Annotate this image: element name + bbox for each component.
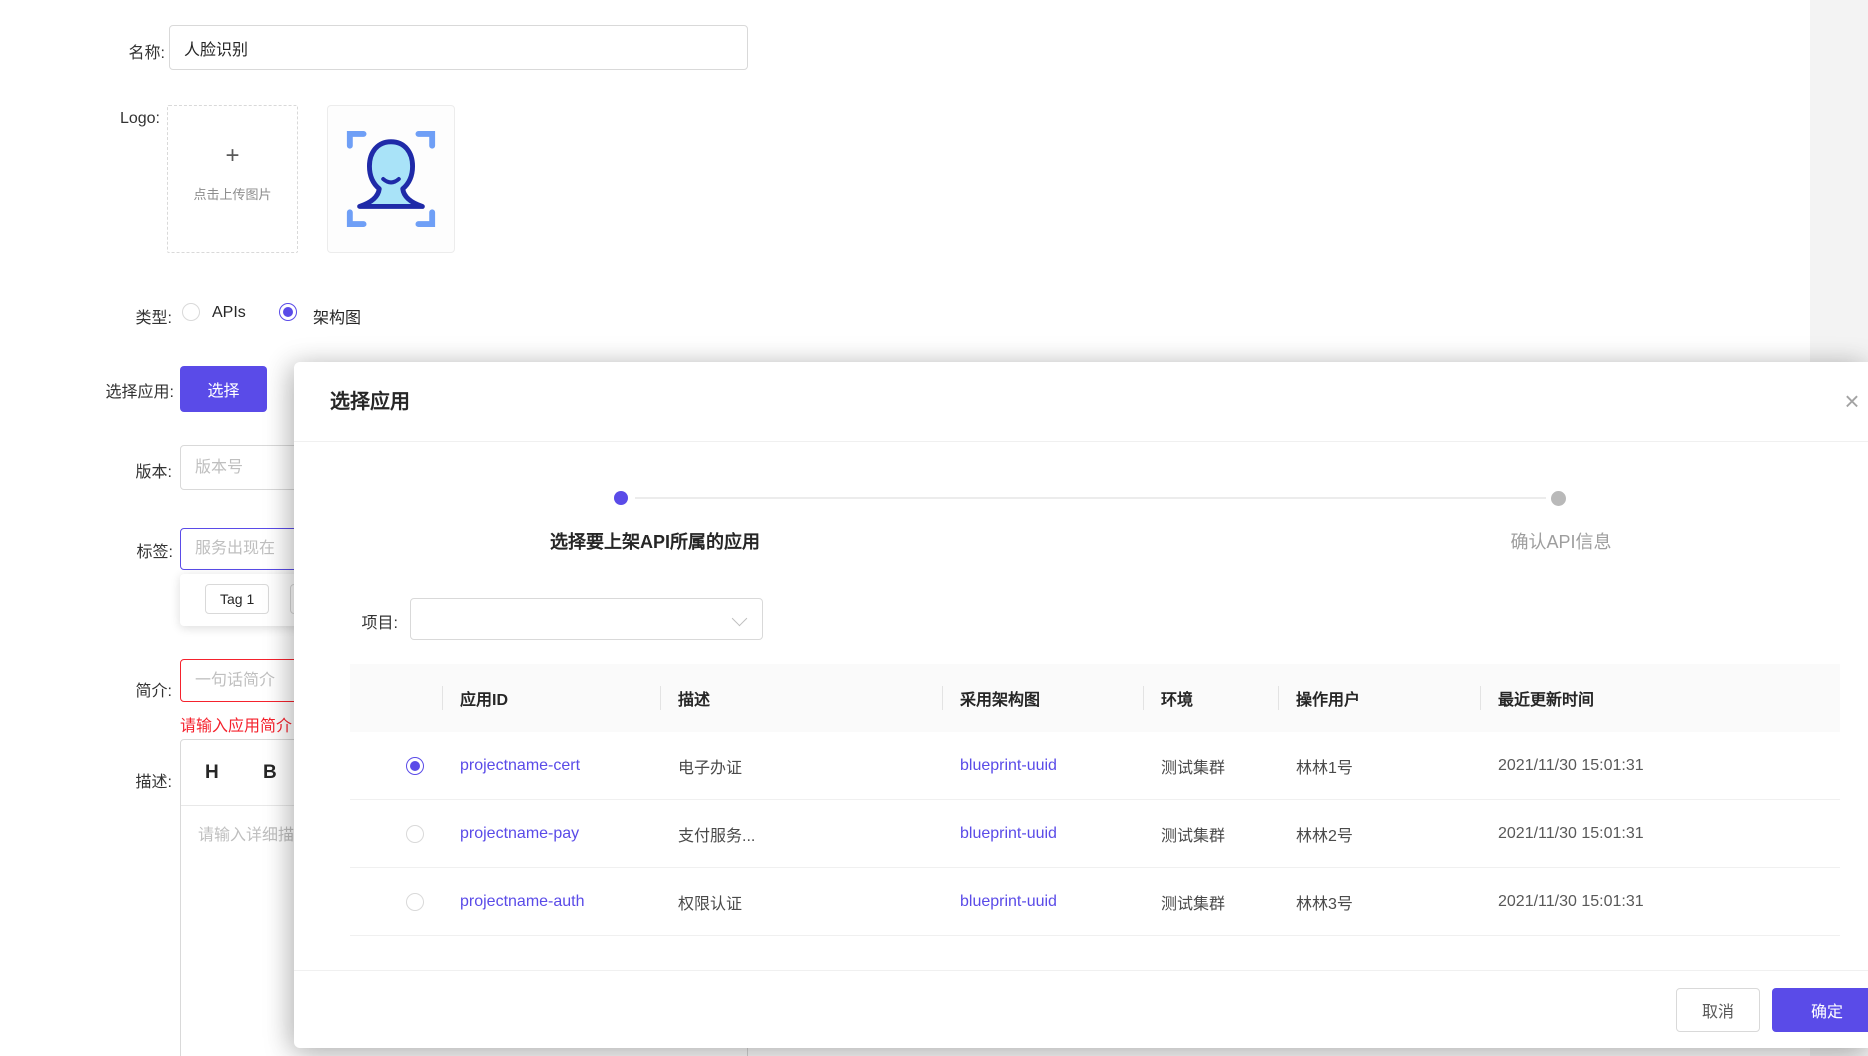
col-updated: 最近更新时间 bbox=[1480, 664, 1840, 732]
intro-error-message: 请输入应用简介 bbox=[180, 712, 292, 736]
col-app-id: 应用ID bbox=[442, 664, 660, 732]
logo-upload-box[interactable]: + 点击上传图片 bbox=[167, 105, 298, 253]
heading-button[interactable]: H bbox=[205, 740, 219, 806]
app-operator: 林林3号 bbox=[1278, 868, 1480, 936]
row1-radio[interactable] bbox=[406, 757, 424, 775]
app-operator: 林林2号 bbox=[1278, 800, 1480, 868]
page: 名称: Logo: + 点击上传图片 类型: APIs 架构图 选择应用: 选择… bbox=[0, 0, 1868, 1056]
header-radio-col bbox=[350, 664, 442, 732]
version-field-label: 版本: bbox=[12, 458, 172, 482]
project-field-label: 项目: bbox=[324, 609, 398, 633]
logo-field-label: Logo: bbox=[80, 110, 160, 128]
col-desc: 描述 bbox=[660, 664, 942, 732]
confirm-button[interactable]: 确定 bbox=[1772, 988, 1868, 1032]
select-app-modal: 选择应用 × 选择要上架API所属的应用 确认API信息 项目: 应用ID 描述… bbox=[294, 362, 1868, 1048]
app-id-link[interactable]: projectname-pay bbox=[460, 825, 579, 843]
app-updated: 2021/11/30 15:01:31 bbox=[1480, 868, 1840, 936]
blueprint-link[interactable]: blueprint-uuid bbox=[960, 757, 1057, 775]
app-id-link[interactable]: projectname-auth bbox=[460, 893, 585, 911]
plus-icon: + bbox=[168, 142, 297, 170]
app-desc: 电子办证 bbox=[660, 732, 942, 800]
app-desc: 权限认证 bbox=[660, 868, 942, 936]
app-updated: 2021/11/30 15:01:31 bbox=[1480, 800, 1840, 868]
face-scan-icon bbox=[342, 124, 440, 234]
description-field-label: 描述: bbox=[12, 768, 172, 792]
tag-chip[interactable]: Tag 1 bbox=[205, 584, 269, 614]
type-field-label: 类型: bbox=[85, 304, 172, 328]
row3-radio[interactable] bbox=[406, 893, 424, 911]
project-select[interactable] bbox=[410, 598, 763, 640]
select-app-field-label: 选择应用: bbox=[14, 378, 174, 402]
row2-radio[interactable] bbox=[406, 825, 424, 843]
app-env: 测试集群 bbox=[1143, 800, 1278, 868]
select-app-button[interactable]: 选择 bbox=[180, 366, 267, 412]
cancel-button[interactable]: 取消 bbox=[1676, 988, 1760, 1032]
bold-button[interactable]: B bbox=[263, 740, 277, 806]
name-field-label: 名称: bbox=[85, 39, 165, 63]
step1-label: 选择要上架API所属的应用 bbox=[524, 528, 786, 554]
step2-dot-icon bbox=[1551, 491, 1566, 506]
col-env: 环境 bbox=[1143, 664, 1278, 732]
app-table: 应用ID 描述 采用架构图 环境 操作用户 最近更新时间 projectname… bbox=[350, 664, 1840, 936]
app-desc: 支付服务... bbox=[660, 800, 942, 868]
logo-preview[interactable] bbox=[327, 105, 455, 253]
step2-label: 确认API信息 bbox=[1481, 528, 1641, 554]
app-id-link[interactable]: projectname-cert bbox=[460, 757, 580, 775]
app-env: 测试集群 bbox=[1143, 732, 1278, 800]
intro-field-label: 简介: bbox=[12, 677, 172, 701]
radio-type-blueprint[interactable] bbox=[279, 303, 297, 321]
blueprint-link[interactable]: blueprint-uuid bbox=[960, 893, 1057, 911]
table-header-row: 应用ID 描述 采用架构图 环境 操作用户 最近更新时间 bbox=[350, 664, 1840, 732]
footer-divider bbox=[294, 970, 1868, 971]
table-row: projectname-pay 支付服务... blueprint-uuid 测… bbox=[350, 800, 1840, 868]
app-env: 测试集群 bbox=[1143, 868, 1278, 936]
upload-hint: 点击上传图片 bbox=[168, 184, 297, 203]
modal-title: 选择应用 bbox=[330, 362, 410, 442]
close-icon[interactable]: × bbox=[1834, 384, 1868, 420]
tags-field-label: 标签: bbox=[13, 538, 173, 562]
radio-type-apis-label[interactable]: APIs bbox=[212, 304, 246, 322]
modal-header: 选择应用 × bbox=[294, 362, 1868, 442]
steps-connector bbox=[635, 497, 1546, 499]
app-updated: 2021/11/30 15:01:31 bbox=[1480, 732, 1840, 800]
step1-dot-icon bbox=[614, 491, 628, 505]
table-row: projectname-cert 电子办证 blueprint-uuid 测试集… bbox=[350, 732, 1840, 800]
name-input[interactable] bbox=[169, 25, 748, 70]
table-row: projectname-auth 权限认证 blueprint-uuid 测试集… bbox=[350, 868, 1840, 936]
blueprint-link[interactable]: blueprint-uuid bbox=[960, 825, 1057, 843]
col-blueprint: 采用架构图 bbox=[942, 664, 1143, 732]
radio-type-blueprint-label[interactable]: 架构图 bbox=[313, 304, 361, 328]
app-operator: 林林1号 bbox=[1278, 732, 1480, 800]
col-operator: 操作用户 bbox=[1278, 664, 1480, 732]
radio-type-apis[interactable] bbox=[182, 303, 200, 321]
